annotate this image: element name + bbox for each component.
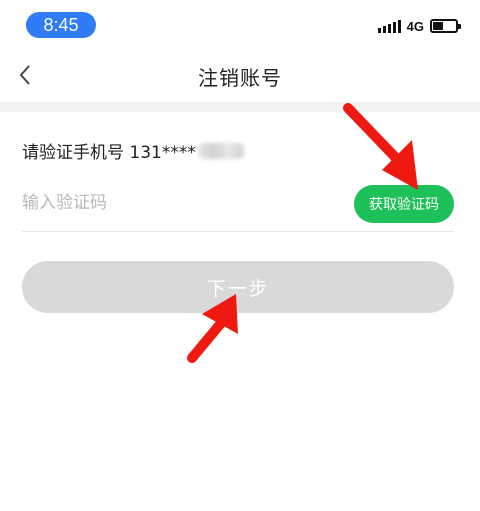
annotation-arrow-icon bbox=[343, 103, 418, 190]
signal-icon bbox=[377, 19, 401, 33]
phone-verify-prompt: 请验证手机号 131**** bbox=[22, 138, 244, 163]
masked-phone-digits bbox=[197, 142, 244, 159]
status-bar: 8:45 4G bbox=[0, 0, 480, 50]
verification-code-input[interactable] bbox=[22, 186, 322, 220]
page-title: 注销账号 bbox=[198, 66, 282, 90]
status-time: 8:45 bbox=[26, 12, 96, 38]
battery-icon bbox=[430, 19, 461, 33]
network-type: 4G bbox=[406, 18, 424, 34]
nav-bar: 注销账号 bbox=[0, 50, 480, 100]
annotation-arrow-icon bbox=[187, 294, 238, 363]
phone-prompt-text: 请验证手机号 131**** bbox=[22, 143, 196, 163]
status-indicators: 4G bbox=[377, 17, 461, 35]
